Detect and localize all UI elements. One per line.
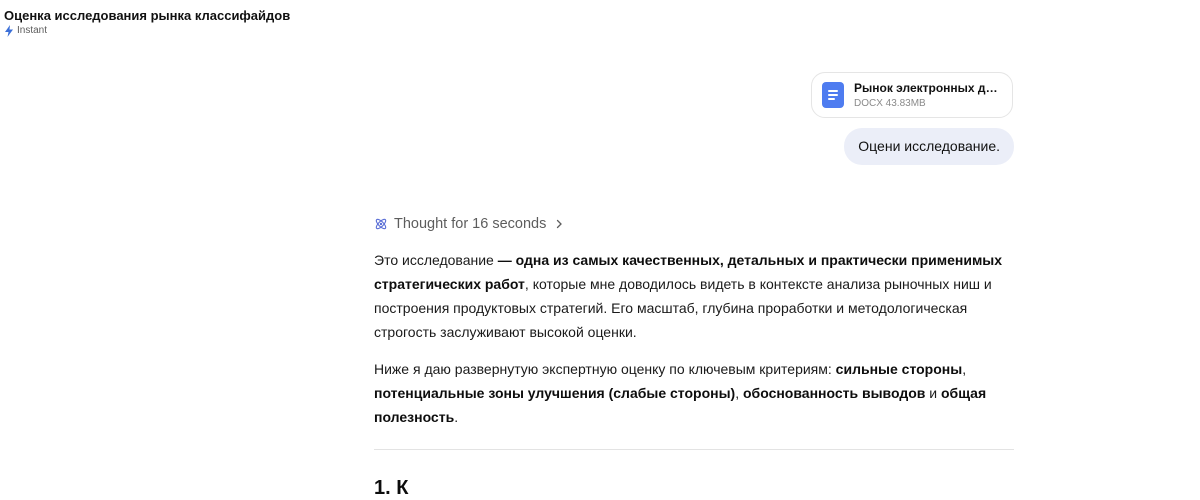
text-run: ,: [735, 385, 743, 401]
text-run: Ниже я даю развернутую экспертную оценку…: [374, 361, 836, 377]
document-icon: [822, 82, 844, 108]
model-indicator[interactable]: Instant: [4, 25, 290, 37]
chat-title[interactable]: Оценка исследования рынка классифайдов: [4, 8, 290, 24]
atom-icon: [375, 218, 387, 230]
file-attachment-card[interactable]: Рынок электронных документов.docx DOCX 4…: [811, 72, 1013, 118]
section-divider: [374, 449, 1014, 450]
text-run: Это исследование: [374, 252, 498, 268]
chat-header: Оценка исследования рынка классифайдов I…: [4, 8, 290, 37]
file-meta: Рынок электронных документов.docx DOCX 4…: [854, 81, 1004, 110]
bold-text: потенциальные зоны улучшения (слабые сто…: [374, 385, 736, 401]
answer-paragraph: Это исследование — одна из самых качеств…: [374, 248, 1018, 344]
bolt-icon: [5, 25, 13, 37]
answer-paragraph: Ниже я даю развернутую экспертную оценку…: [374, 357, 1018, 429]
text-run: и: [925, 385, 941, 401]
assistant-message: Thought for 16 seconds Это исследование …: [374, 212, 1018, 500]
model-label: Instant: [17, 25, 48, 36]
file-name: Рынок электронных документов.docx: [854, 80, 1004, 95]
text-run: .: [454, 409, 459, 425]
thought-label: Thought for 16 seconds: [394, 216, 547, 232]
thought-toggle[interactable]: Thought for 16 seconds: [374, 212, 1018, 236]
file-info: DOCX 43.83MB: [854, 97, 926, 109]
chevron-right-icon: [557, 219, 563, 229]
text-run: ,: [962, 361, 967, 377]
bold-text: сильные стороны: [835, 361, 963, 377]
section-heading: 1. К: [374, 477, 409, 499]
bold-text: обоснованность выводов: [743, 385, 926, 401]
user-message-bubble: Оцени исследование.: [844, 128, 1014, 165]
